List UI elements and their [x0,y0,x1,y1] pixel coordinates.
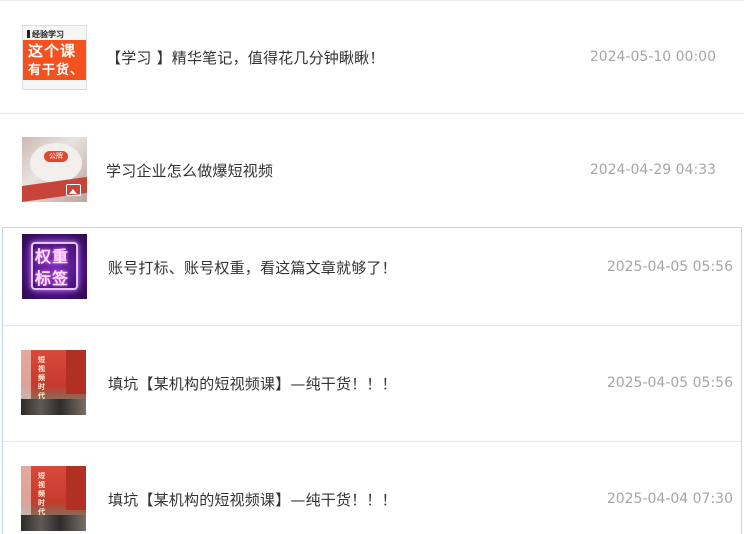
article-thumbnail[interactable]: 短视频时代 [21,350,86,415]
list-item[interactable]: 经验学习 这个课 有干货、 【学习 】精华笔记，值得花几分钟瞅瞅！ 2024-0… [0,24,744,90]
list-item[interactable]: 短视频时代 填坑【某机构的短视频课】—纯干货！！！ 2025-04-05 05:… [3,350,741,416]
divider [0,0,744,1]
article-title[interactable]: 账号打标、账号权重，看这篇文章就够了！ [108,257,397,278]
article-list-top: 经验学习 这个课 有干货、 【学习 】精华笔记，值得花几分钟瞅瞅！ 2024-0… [0,0,744,227]
list-item[interactable]: 权重 标签 账号打标、账号权重，看这篇文章就够了！ 2025-04-05 05:… [3,234,741,300]
article-date: 2024-04-29 04:33 [589,162,716,178]
article-thumbnail[interactable]: 权重 标签 [22,234,87,299]
article-thumbnail[interactable]: 公牌 [22,137,87,202]
article-date: 2024-05-10 00:00 [589,49,716,65]
thumb-caption: 短视频时代 [38,472,45,516]
article-date: 2025-04-05 05:56 [606,375,733,391]
thumb-logo: 公牌 [44,151,68,162]
article-date: 2025-04-04 07:30 [606,491,733,507]
article-title[interactable]: 填坑【某机构的短视频课】—纯干货！！！ [108,373,397,394]
list-item[interactable]: 公牌 学习企业怎么做爆短视频 2024-04-29 04:33 [0,137,744,203]
article-date: 2025-04-05 05:56 [606,259,733,275]
divider [0,113,744,114]
thumb-headline: 这个课 [28,42,77,60]
article-thumbnail[interactable]: 短视频时代 [21,466,86,531]
thumb-word: 权重 [35,247,70,266]
article-list-panel: 权重 标签 账号打标、账号权重，看这篇文章就够了！ 2025-04-05 05:… [2,227,742,534]
article-title[interactable]: 【学习 】精华笔记，值得花几分钟瞅瞅！ [106,47,385,68]
article-title[interactable]: 填坑【某机构的短视频课】—纯干货！！！ [108,489,397,510]
thumb-tag: 经验学习 [27,29,64,40]
thumb-word: 标签 [35,269,70,288]
image-placeholder-icon [66,184,81,196]
divider [3,325,741,326]
list-item[interactable]: 短视频时代 填坑【某机构的短视频课】—纯干货！！！ 2025-04-04 07:… [3,466,741,532]
thumb-subline: 有干货、 [28,63,85,78]
article-thumbnail[interactable]: 经验学习 这个课 有干货、 [22,25,87,90]
article-title[interactable]: 学习企业怎么做爆短视频 [106,160,273,181]
divider [3,441,741,442]
thumb-caption: 短视频时代 [38,356,45,400]
